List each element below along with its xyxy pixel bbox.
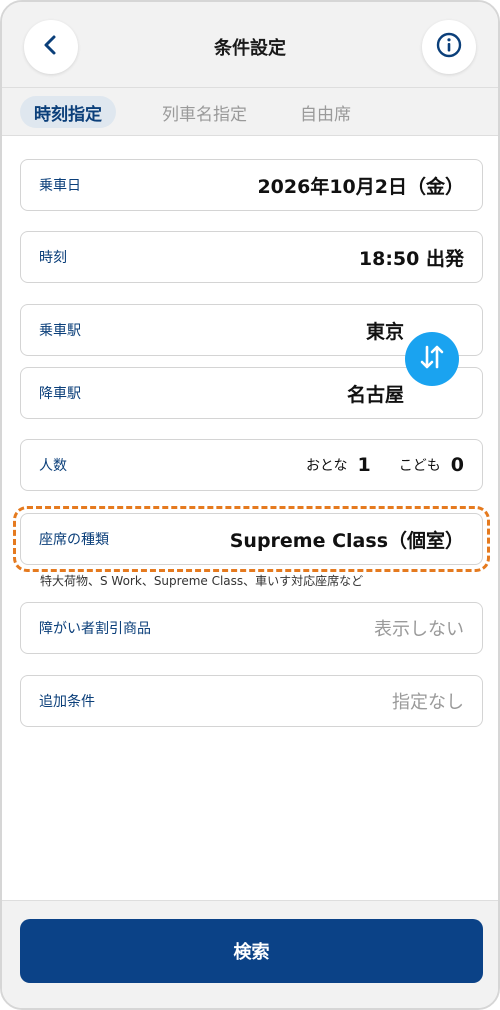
adult-count: 1 [357, 454, 371, 476]
date-label: 乗車日 [39, 178, 81, 194]
seat-type-row[interactable]: 座席の種類 Supreme Class（個室） [20, 513, 483, 565]
departure-station-label: 乗車駅 [39, 323, 81, 339]
seat-type-label: 座席の種類 [39, 532, 109, 548]
discount-row[interactable]: 障がい者割引商品 表示しない [20, 602, 483, 654]
discount-label: 障がい者割引商品 [39, 621, 151, 637]
time-value: 18:50 出発 [358, 247, 464, 270]
passenger-count-label: 人数 [39, 458, 67, 474]
date-value: 2026年10月2日（金） [257, 175, 464, 198]
seat-type-value: Supreme Class（個室） [229, 529, 464, 552]
info-button[interactable] [422, 20, 476, 74]
arrival-station-label: 降車駅 [39, 386, 81, 402]
child-label: こども [398, 458, 441, 474]
arrival-station-value: 名古屋 [346, 383, 404, 406]
swap-vertical-icon [417, 342, 447, 376]
app-frame: 条件設定 時刻指定 列車名指定 自由席 乗車日 2026年10月2日（金） 時刻… [0, 0, 500, 1010]
seat-type-note: 特大荷物、S Work、Supreme Class、車いす対応座席など [40, 574, 364, 588]
time-label: 時刻 [39, 250, 67, 266]
info-icon [436, 32, 462, 62]
extra-conditions-row[interactable]: 追加条件 指定なし [20, 675, 483, 727]
passenger-count-row[interactable]: 人数 おとな 1 こども 0 [20, 439, 483, 491]
tab-bar: 時刻指定 列車名指定 自由席 [2, 88, 498, 136]
discount-value: 表示しない [374, 619, 464, 640]
footer: 検索 [2, 900, 498, 1008]
child-count: 0 [450, 454, 464, 476]
search-button[interactable]: 検索 [20, 919, 483, 983]
passenger-counts: おとな 1 こども 0 [306, 454, 464, 476]
swap-stations-button[interactable] [405, 332, 459, 386]
tab-time[interactable]: 時刻指定 [20, 96, 116, 128]
extra-conditions-value: 指定なし [392, 692, 464, 713]
tab-train-name[interactable]: 列車名指定 [148, 96, 261, 128]
tab-non-reserved[interactable]: 自由席 [286, 96, 365, 128]
extra-conditions-label: 追加条件 [39, 694, 95, 710]
header: 条件設定 [2, 2, 498, 88]
adult-label: おとな [305, 458, 348, 474]
time-row[interactable]: 時刻 18:50 出発 [20, 231, 483, 283]
departure-station-value: 東京 [365, 320, 404, 343]
date-row[interactable]: 乗車日 2026年10月2日（金） [20, 159, 483, 211]
